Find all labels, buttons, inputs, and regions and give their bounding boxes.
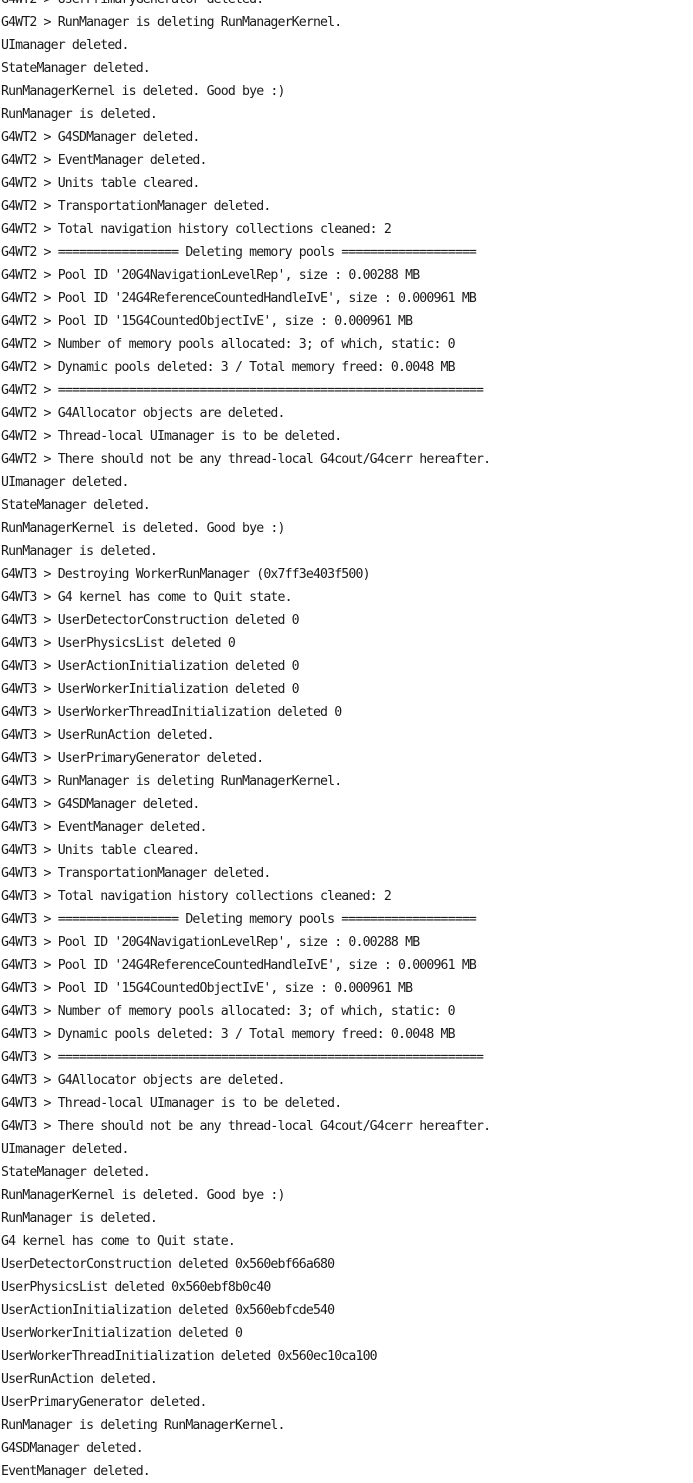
- log-line: G4WT3 > TransportationManager deleted.: [1, 866, 271, 881]
- log-line: G4WT2 > Total navigation history collect…: [1, 222, 392, 237]
- log-line: G4WT2 > There should not be any thread-l…: [1, 452, 491, 467]
- log-line: G4WT2 > TransportationManager deleted.: [1, 199, 271, 214]
- log-line: G4WT3 > UserRunAction deleted.: [1, 728, 215, 743]
- log-line: StateManager deleted.: [1, 498, 151, 513]
- log-line: G4WT3 > UserPhysicsList deleted 0: [1, 636, 236, 651]
- log-line: G4WT2 > G4SDManager deleted.: [1, 130, 200, 145]
- log-line: G4WT2 > G4Allocator objects are deleted.: [1, 406, 285, 421]
- log-line: UserPrimaryGenerator deleted.: [1, 1395, 207, 1410]
- log-line: G4WT3 > EventManager deleted.: [1, 820, 207, 835]
- log-line: G4WT3 > ================================…: [1, 1050, 484, 1065]
- log-line: UserRunAction deleted.: [1, 1372, 158, 1387]
- log-line: G4WT3 > Pool ID '15G4CountedObjectIvE', …: [1, 981, 413, 996]
- log-line: G4WT3 > ================= Deleting memor…: [1, 912, 477, 927]
- log-line: StateManager deleted.: [1, 61, 151, 76]
- log-line: UImanager deleted.: [1, 1142, 129, 1157]
- log-line: UImanager deleted.: [1, 38, 129, 53]
- log-line: RunManager is deleted.: [1, 544, 158, 559]
- log-line: G4WT3 > RunManager is deleting RunManage…: [1, 774, 342, 789]
- log-line: G4WT3 > Units table cleared.: [1, 843, 200, 858]
- log-line: EventManager deleted.: [1, 1464, 151, 1479]
- log-line: G4WT2 > Pool ID '20G4NavigationLevelRep'…: [1, 268, 420, 283]
- log-line: G4WT3 > Pool ID '20G4NavigationLevelRep'…: [1, 935, 420, 950]
- log-line: RunManagerKernel is deleted. Good bye :): [1, 1188, 285, 1203]
- log-line: RunManagerKernel is deleted. Good bye :): [1, 84, 285, 99]
- log-line: G4WT2 > Dynamic pools deleted: 3 / Total…: [1, 360, 456, 375]
- log-line: G4WT3 > Thread-local UImanager is to be …: [1, 1096, 342, 1111]
- log-line: G4WT3 > There should not be any thread-l…: [1, 1119, 491, 1134]
- log-line: G4WT2 > Pool ID '15G4CountedObjectIvE', …: [1, 314, 413, 329]
- terminal-output[interactable]: G4WT2 > UserPrimaryGenerator deleted. G4W…: [1, 0, 691, 1483]
- log-line: G4WT3 > G4 kernel has come to Quit state…: [1, 590, 293, 605]
- log-line: G4WT3 > UserPrimaryGenerator deleted.: [1, 751, 264, 766]
- log-line: G4WT2 > Pool ID '24G4ReferenceCountedHan…: [1, 291, 477, 306]
- log-line: RunManager is deleted.: [1, 1211, 158, 1226]
- log-line: UImanager deleted.: [1, 475, 129, 490]
- log-line: UserPhysicsList deleted 0x560ebf8b0c40: [1, 1280, 271, 1295]
- log-line: RunManager is deleting RunManagerKernel.: [1, 1418, 285, 1433]
- log-line: G4WT3 > Destroying WorkerRunManager (0x7…: [1, 567, 371, 582]
- log-line: G4WT3 > UserActionInitialization deleted…: [1, 659, 300, 674]
- log-line: G4WT3 > Pool ID '24G4ReferenceCountedHan…: [1, 958, 477, 973]
- log-line: G4WT2 > RunManager is deleting RunManage…: [1, 15, 342, 30]
- log-line: UserDetectorConstruction deleted 0x560eb…: [1, 1257, 335, 1272]
- log-line: G4WT3 > UserWorkerInitialization deleted…: [1, 682, 300, 697]
- log-line: G4WT3 > UserDetectorConstruction deleted…: [1, 613, 300, 628]
- log-line: G4WT2 > Thread-local UImanager is to be …: [1, 429, 342, 444]
- log-line: G4WT3 > UserWorkerThreadInitialization d…: [1, 705, 342, 720]
- log-line: G4WT2 > ================================…: [1, 383, 484, 398]
- log-line: G4WT2 > Units table cleared.: [1, 176, 200, 191]
- log-line: G4WT3 > G4SDManager deleted.: [1, 797, 200, 812]
- log-line: UserWorkerInitialization deleted 0: [1, 1326, 243, 1341]
- log-line: G4WT3 > G4Allocator objects are deleted.: [1, 1073, 285, 1088]
- log-line: G4WT2 > Number of memory pools allocated…: [1, 337, 456, 352]
- log-line: G4SDManager deleted.: [1, 1441, 144, 1456]
- log-line: G4WT3 > Dynamic pools deleted: 3 / Total…: [1, 1027, 456, 1042]
- log-line: RunManagerKernel is deleted. Good bye :): [1, 521, 285, 536]
- log-line: StateManager deleted.: [1, 1165, 151, 1180]
- log-line: G4WT2 > UserPrimaryGenerator deleted.: [1, 0, 691, 11]
- log-line: G4 kernel has come to Quit state.: [1, 1234, 236, 1249]
- log-line: UserWorkerThreadInitialization deleted 0…: [1, 1349, 378, 1364]
- log-line: G4WT3 > Total navigation history collect…: [1, 889, 392, 904]
- log-line: UserActionInitialization deleted 0x560eb…: [1, 1303, 335, 1318]
- log-line: G4WT2 > EventManager deleted.: [1, 153, 207, 168]
- log-line: G4WT2 > ================= Deleting memor…: [1, 245, 477, 260]
- log-line: RunManager is deleted.: [1, 107, 158, 122]
- log-line: G4WT3 > Number of memory pools allocated…: [1, 1004, 456, 1019]
